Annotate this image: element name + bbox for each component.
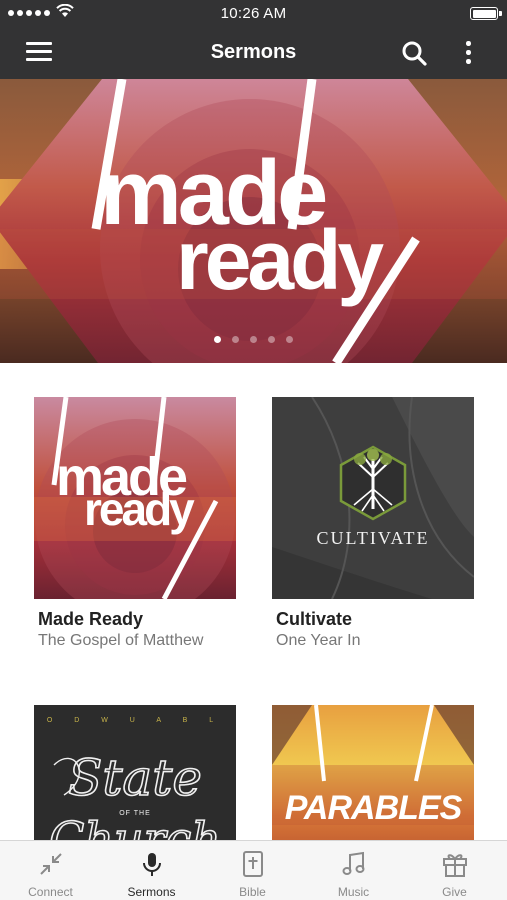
sermon-artwork: made ready <box>34 397 236 599</box>
artwork-text-ready: ready <box>84 483 195 535</box>
page-dot-2[interactable] <box>232 336 239 343</box>
page-dot-5[interactable] <box>286 336 293 343</box>
page-title: Sermons <box>210 41 297 63</box>
featured-sermon-banner[interactable]: made ready <box>0 79 507 363</box>
tab-connect[interactable]: Connect <box>0 841 101 900</box>
hero-title-line2: ready <box>176 213 384 307</box>
search-icon[interactable] <box>400 39 428 67</box>
tab-label: Sermons <box>127 885 176 899</box>
gift-icon <box>443 854 467 877</box>
more-options-icon[interactable] <box>456 39 480 67</box>
artwork-text-parables: PARABLES <box>285 789 463 827</box>
artwork-top-letters: O D W U A B L <box>47 717 223 724</box>
tab-label: Give <box>442 885 467 899</box>
artwork-text-state: State <box>68 749 202 807</box>
sermon-card-made-ready[interactable]: made ready Made Ready The Gospel of Matt… <box>34 397 236 649</box>
sermon-title: Cultivate <box>276 609 353 629</box>
tab-sermons[interactable]: Sermons <box>101 841 202 900</box>
bible-icon <box>243 851 263 877</box>
sermon-title: Made Ready <box>38 609 144 629</box>
sermon-subtitle: One Year In <box>276 632 361 649</box>
menu-button[interactable] <box>24 40 54 64</box>
navigation-bar: Sermons <box>0 26 507 79</box>
status-time: 10:26 AM <box>220 5 287 22</box>
sermon-card-cultivate[interactable]: CULTIVATE Cultivate One Year In <box>272 397 474 649</box>
carousel-page-indicator <box>0 336 507 343</box>
tab-give[interactable]: Give <box>404 841 505 900</box>
bottom-tab-bar: Connect Sermons Bible Music Give <box>0 840 507 900</box>
tab-label: Bible <box>239 885 266 899</box>
sermon-subtitle: The Gospel of Matthew <box>38 632 204 649</box>
status-bar: 10:26 AM <box>0 0 507 26</box>
arrows-collapse-icon <box>40 853 62 875</box>
tab-bible[interactable]: Bible <box>202 841 303 900</box>
page-dot-1[interactable] <box>214 336 221 343</box>
microphone-icon <box>143 853 161 876</box>
sermon-artwork: CULTIVATE <box>272 397 474 599</box>
tab-label: Connect <box>28 885 73 899</box>
artwork-text-cultivate: CULTIVATE <box>316 528 429 548</box>
page-dot-3[interactable] <box>250 336 257 343</box>
battery-icon <box>470 7 502 20</box>
tab-music[interactable]: Music <box>303 841 404 900</box>
music-note-icon <box>342 851 365 875</box>
tab-label: Music <box>337 885 370 899</box>
page-dot-4[interactable] <box>268 336 275 343</box>
